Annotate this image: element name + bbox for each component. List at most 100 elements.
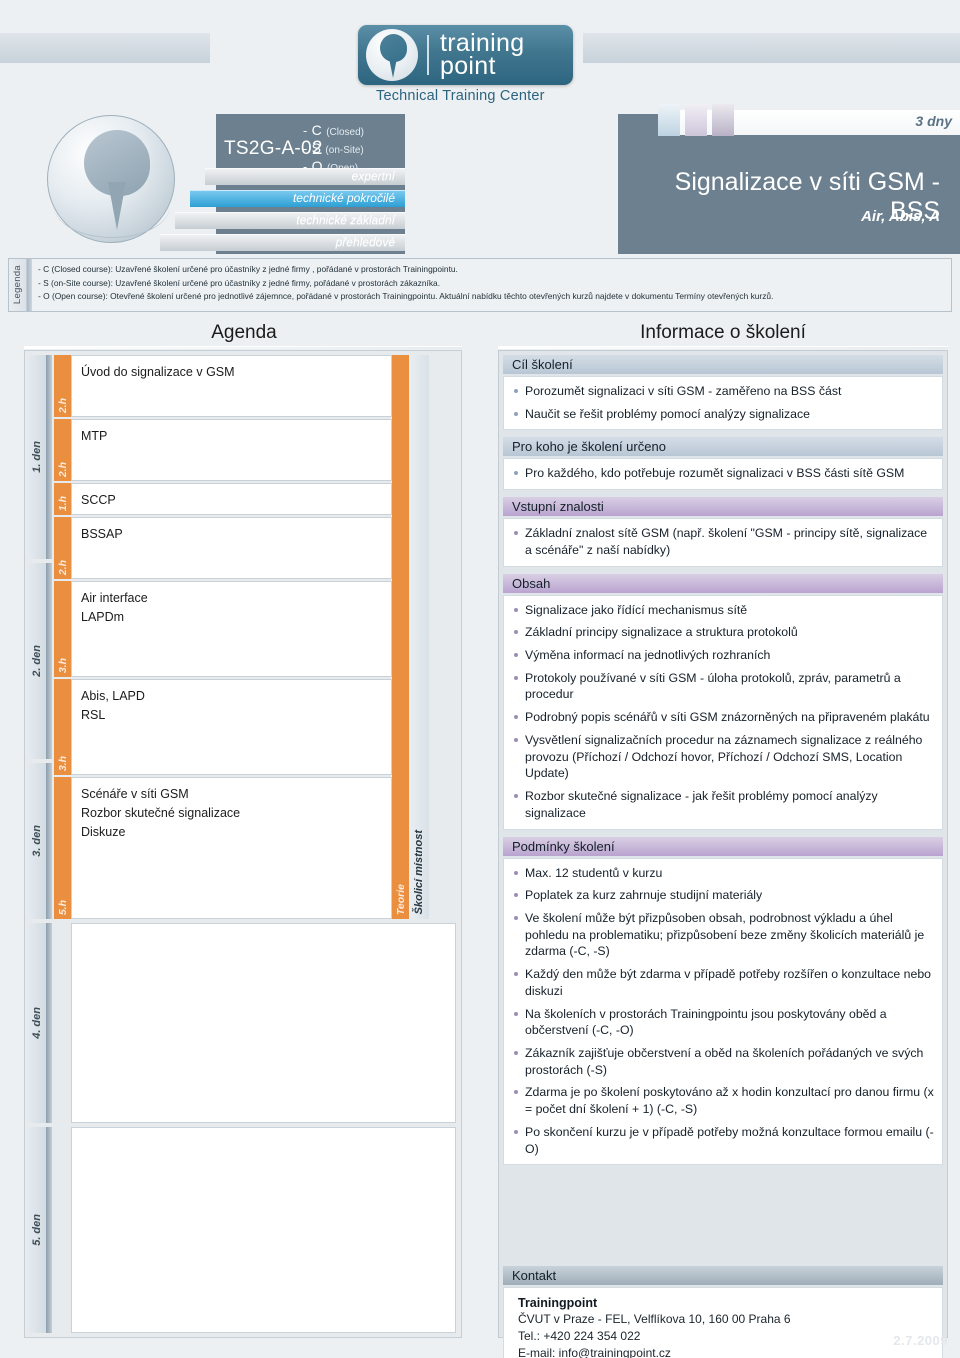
day-rule-2 bbox=[46, 563, 52, 759]
cube-3-icon bbox=[712, 104, 734, 136]
list-item: Naučit se řešit problémy pomocí analýzy … bbox=[512, 406, 934, 423]
agenda-title-underline bbox=[24, 346, 462, 349]
legend-line-closed: - C (Closed course): Uzavřené školení ur… bbox=[38, 264, 458, 274]
header-left-band bbox=[0, 33, 210, 63]
hours-label: 2.h bbox=[56, 397, 69, 413]
agenda-hours-2: 2.h bbox=[54, 419, 71, 481]
topic-line: Scénáře v síti GSM bbox=[81, 787, 189, 801]
block-head-prerequisites: Vstupní znalosti bbox=[503, 497, 943, 517]
list-item: Základní principy signalizace a struktur… bbox=[512, 624, 934, 641]
level-bar-expert: expertní bbox=[205, 168, 405, 185]
topic-line: Air interface bbox=[81, 591, 148, 605]
block-body-content: Signalizace jako řídící mechanismus sítě… bbox=[503, 594, 943, 830]
topic-line: Rozbor skutečné signalizace bbox=[81, 805, 241, 820]
topic-line: RSL bbox=[81, 707, 106, 722]
agenda-hours-5: 3.h bbox=[54, 581, 71, 677]
list-item: Základní znalost sítě GSM (např. školení… bbox=[512, 525, 934, 558]
legend-line-onsite: - S (on-Site course): Uzavřené školení u… bbox=[38, 277, 441, 288]
list-item: Pro každého, kdo potřebuje rozumět signa… bbox=[512, 465, 934, 482]
logo-wordmark: training point bbox=[440, 31, 524, 80]
agenda-topic-2: MTP bbox=[71, 419, 392, 481]
course-mode-item: - S (on-Site) bbox=[293, 140, 403, 158]
course-mode-item: - C (Closed) bbox=[293, 122, 403, 140]
topic-line: LAPDm bbox=[81, 609, 125, 624]
info-panel: Cíl školení Porozumět signalizaci v síti… bbox=[498, 350, 948, 1358]
header-right-band bbox=[583, 33, 960, 63]
list-item: Signalizace jako řídící mechanismus sítě bbox=[512, 602, 934, 619]
logo-word-point: point bbox=[440, 52, 496, 80]
agenda-hours-3: 1.h bbox=[54, 483, 71, 515]
day-rule-4 bbox=[46, 923, 52, 1123]
legend-text-body: - C (Closed course): Uzavřené školení ur… bbox=[32, 259, 951, 311]
day-rule-1 bbox=[46, 355, 52, 559]
list-item: Zákazník zajišťuje občerstvení a oběd na… bbox=[512, 1045, 934, 1078]
cube-2-icon bbox=[685, 104, 707, 136]
logo-divider bbox=[427, 35, 429, 75]
document-header: training point Technical Training Center… bbox=[0, 0, 960, 254]
agenda-hours-1: 2.h bbox=[54, 355, 71, 417]
legend-tab: Legenda bbox=[9, 259, 27, 311]
day-label: 5. den bbox=[31, 1214, 43, 1246]
contact-email[interactable]: E-mail: info@trainingpoint.cz bbox=[518, 1345, 934, 1358]
contact-card: Trainingpoint ČVUT v Praze - FEL, Velflí… bbox=[503, 1287, 943, 1358]
day-label: 1. den bbox=[31, 441, 43, 473]
list-item: Po skončení kurzu je v případě potřeby m… bbox=[512, 1124, 934, 1157]
logo-tail-shape bbox=[389, 58, 397, 78]
agenda-topic-4: BSSAP bbox=[71, 517, 392, 579]
agenda-topic-1: Úvod do signalizace v GSM bbox=[71, 355, 392, 417]
agenda-day-4: 4. den bbox=[28, 923, 46, 1123]
list-item: Na školeních v prostorách Trainingpointu… bbox=[512, 1006, 934, 1039]
agenda-empty-day-5 bbox=[71, 1127, 456, 1333]
level-scale: expertní technické pokročilé technické z… bbox=[0, 168, 405, 256]
hours-label: 1.h bbox=[56, 495, 69, 511]
logo-tagline: Technical Training Center bbox=[376, 88, 545, 104]
list-item: Vysvětlení signalizačních procedur na zá… bbox=[512, 732, 934, 782]
date-stamp: 2.7.2009 bbox=[893, 1333, 948, 1348]
agenda-day-2: 2. den bbox=[28, 563, 46, 759]
agenda-hours-4: 2.h bbox=[54, 517, 71, 579]
mode-dash: - bbox=[303, 124, 308, 138]
day-rule-5 bbox=[46, 1127, 52, 1333]
info-section-title: Informace o školení bbox=[640, 322, 806, 343]
document-page: training point Technical Training Center… bbox=[0, 0, 960, 1358]
agenda-topic-3: SCCP bbox=[71, 483, 392, 515]
block-body-conditions: Max. 12 studentů v kurzu Poplatek za kur… bbox=[503, 857, 943, 1166]
list-item: Porozumět signalizaci v síti GSM - zaměř… bbox=[512, 383, 934, 400]
agenda-empty-day-4 bbox=[71, 923, 456, 1123]
agenda-day-1: 1. den bbox=[28, 355, 46, 559]
list-item: Zdarma je po školení poskytováno až x ho… bbox=[512, 1084, 934, 1117]
block-body-audience: Pro každého, kdo potřebuje rozumět signa… bbox=[503, 458, 943, 491]
trainingpoint-logo: training point bbox=[358, 25, 573, 85]
list-item: Ve školení může být přizpůsoben obsah, p… bbox=[512, 910, 934, 960]
logo-sphere-icon bbox=[366, 29, 418, 81]
level-bar-technical-basic: technické základní bbox=[175, 212, 405, 229]
topic-line: Abis, LAPD bbox=[81, 689, 145, 703]
mode-letter: C bbox=[311, 122, 322, 138]
day-rule-3 bbox=[46, 763, 52, 919]
list-item: Rozbor skutečné signalizace - jak řešit … bbox=[512, 788, 934, 821]
block-head-content: Obsah bbox=[503, 573, 943, 593]
topic-line: MTP bbox=[81, 429, 108, 443]
mode-word: (Closed) bbox=[326, 127, 364, 138]
list-item: Max. 12 studentů v kurzu bbox=[512, 865, 934, 882]
duration-cubes-icon bbox=[658, 104, 734, 136]
agenda-hours-6: 3.h bbox=[54, 679, 71, 775]
day-label: 4. den bbox=[31, 1007, 43, 1039]
mode-letter: S bbox=[311, 140, 321, 156]
cube-1-icon bbox=[658, 104, 680, 136]
mode-dash: - bbox=[303, 142, 308, 156]
day-label: 3. den bbox=[31, 825, 43, 857]
agenda-topic-5: Air interface LAPDm bbox=[71, 581, 392, 677]
block-body-goal: Porozumět signalizaci v síti GSM - zaměř… bbox=[503, 376, 943, 431]
agenda-section-title: Agenda bbox=[211, 322, 277, 343]
legend-line-open: - O (Open course): Otevřené školení urče… bbox=[38, 291, 774, 302]
block-head-contact: Kontakt bbox=[503, 1266, 943, 1286]
agenda-day-3: 3. den bbox=[28, 763, 46, 919]
list-item: Výměna informací na jednotlivých rozhran… bbox=[512, 647, 934, 664]
topic-line: Diskuze bbox=[81, 824, 126, 839]
level-bar-overview: přehledové bbox=[160, 234, 405, 251]
block-body-prerequisites: Základní znalost sítě GSM (např. školení… bbox=[503, 518, 943, 567]
list-item: Poplatek za kurz zahrnuje studijní mater… bbox=[512, 887, 934, 904]
agenda-topic-7: Scénáře v síti GSM Rozbor skutečné signa… bbox=[71, 777, 392, 919]
contact-phone: Tel.: +420 224 354 022 bbox=[518, 1329, 641, 1344]
